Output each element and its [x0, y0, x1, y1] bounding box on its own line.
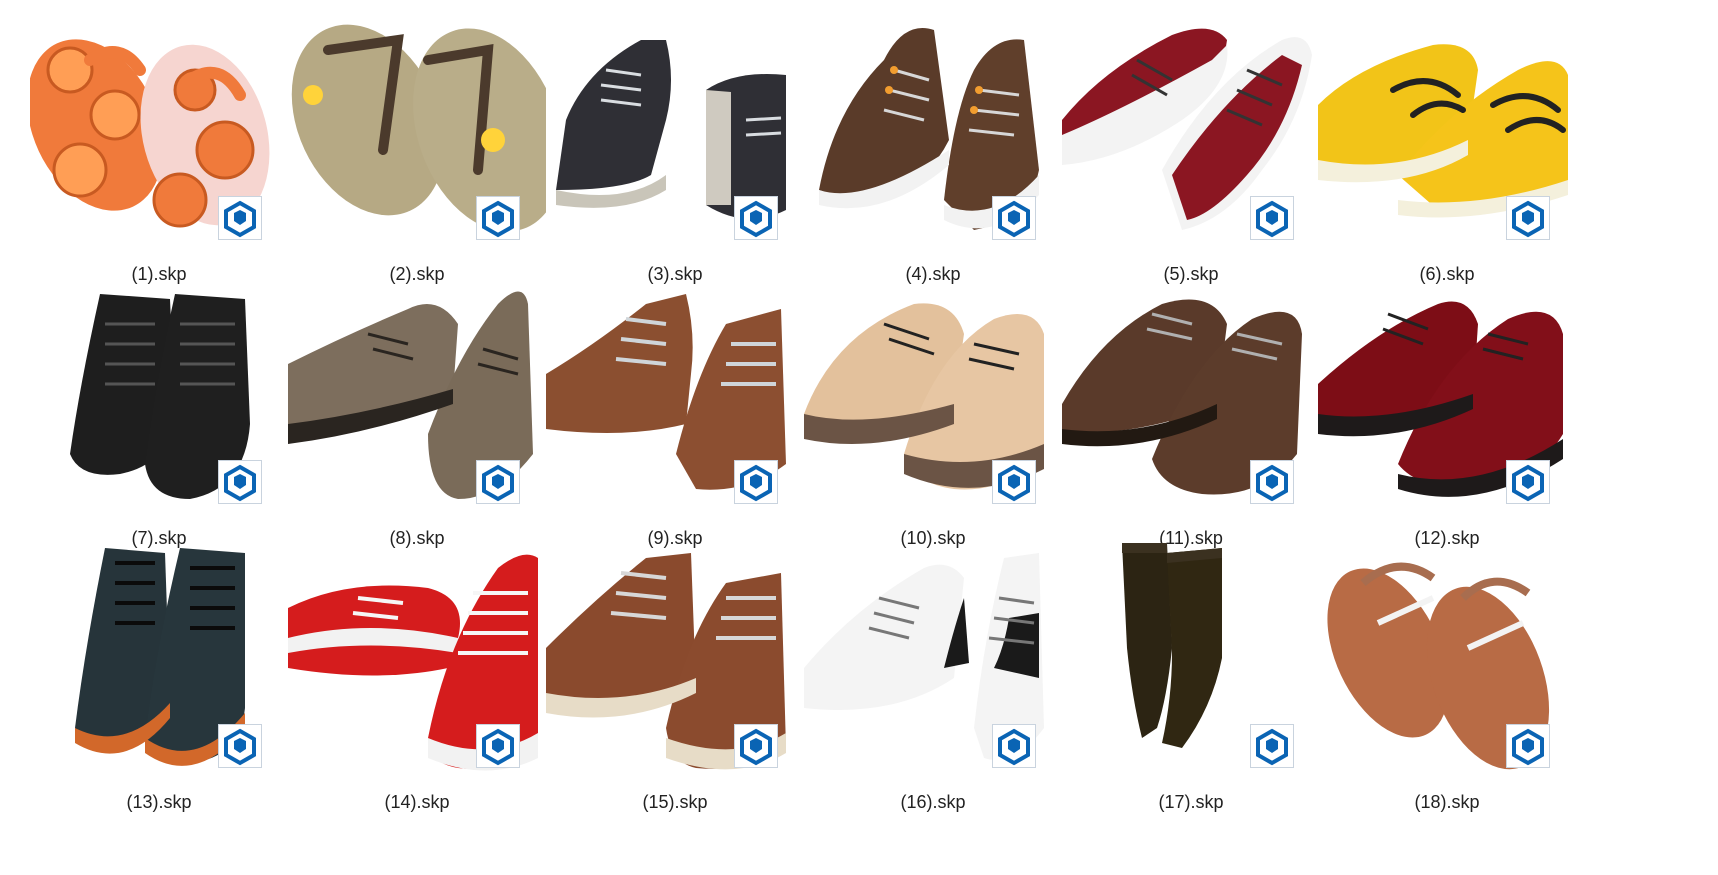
- file-item[interactable]: (12).skp: [1318, 264, 1576, 554]
- file-thumbnail[interactable]: [1318, 0, 1576, 262]
- file-item[interactable]: (4).skp: [804, 0, 1062, 290]
- file-item[interactable]: (3).skp: [546, 0, 804, 290]
- sketchup-file-icon: [734, 460, 778, 504]
- file-thumbnail[interactable]: [1062, 0, 1320, 262]
- file-item[interactable]: (18).skp: [1318, 528, 1576, 818]
- file-thumbnail[interactable]: [30, 528, 288, 790]
- sketchup-file-icon: [476, 460, 520, 504]
- sketchup-file-icon: [1506, 196, 1550, 240]
- sketchup-file-icon: [476, 196, 520, 240]
- file-item[interactable]: (16).skp: [804, 528, 1062, 818]
- sketchup-file-icon: [218, 196, 262, 240]
- file-item[interactable]: (13).skp: [30, 528, 288, 818]
- file-item[interactable]: (10).skp: [804, 264, 1062, 554]
- file-item[interactable]: (1).skp: [30, 0, 288, 290]
- file-name: (13).skp: [126, 792, 192, 812]
- file-item[interactable]: (2).skp: [288, 0, 546, 290]
- file-name: (15).skp: [642, 792, 708, 812]
- file-thumbnail[interactable]: [804, 0, 1062, 262]
- file-thumbnail[interactable]: [804, 528, 1062, 790]
- file-name: (18).skp: [1414, 792, 1480, 812]
- file-item[interactable]: (6).skp: [1318, 0, 1576, 290]
- sketchup-file-icon: [1250, 460, 1294, 504]
- file-name: (14).skp: [384, 792, 450, 812]
- file-thumbnail[interactable]: [1318, 528, 1576, 790]
- sketchup-file-icon: [992, 724, 1036, 768]
- file-thumbnail[interactable]: [804, 264, 1062, 526]
- file-thumbnail[interactable]: [30, 0, 288, 262]
- file-thumbnail[interactable]: [546, 264, 804, 526]
- file-thumbnail-grid: (1).skp (2).skp (3).skp (4).skp (5).skp …: [0, 0, 1718, 875]
- file-item[interactable]: (14).skp: [288, 528, 546, 818]
- file-item[interactable]: (15).skp: [546, 528, 804, 818]
- file-thumbnail[interactable]: [1062, 528, 1320, 790]
- file-item[interactable]: (7).skp: [30, 264, 288, 554]
- file-item[interactable]: (11).skp: [1062, 264, 1320, 554]
- sketchup-file-icon: [992, 196, 1036, 240]
- sketchup-file-icon: [1506, 724, 1550, 768]
- sketchup-file-icon: [1250, 196, 1294, 240]
- file-item[interactable]: (9).skp: [546, 264, 804, 554]
- file-thumbnail[interactable]: [30, 264, 288, 526]
- sketchup-file-icon: [218, 724, 262, 768]
- sketchup-file-icon: [218, 460, 262, 504]
- sketchup-file-icon: [1506, 460, 1550, 504]
- file-thumbnail[interactable]: [288, 264, 546, 526]
- file-thumbnail[interactable]: [288, 0, 546, 262]
- file-thumbnail[interactable]: [1062, 264, 1320, 526]
- file-thumbnail[interactable]: [546, 528, 804, 790]
- file-thumbnail[interactable]: [1318, 264, 1576, 526]
- file-thumbnail[interactable]: [288, 528, 546, 790]
- file-item[interactable]: (17).skp: [1062, 528, 1320, 818]
- sketchup-file-icon: [476, 724, 520, 768]
- file-thumbnail[interactable]: [546, 0, 804, 262]
- sketchup-file-icon: [734, 724, 778, 768]
- sketchup-file-icon: [734, 196, 778, 240]
- sketchup-file-icon: [1250, 724, 1294, 768]
- file-name: (17).skp: [1158, 792, 1224, 812]
- file-name: (16).skp: [900, 792, 966, 812]
- file-item[interactable]: (8).skp: [288, 264, 546, 554]
- sketchup-file-icon: [992, 460, 1036, 504]
- file-item[interactable]: (5).skp: [1062, 0, 1320, 290]
